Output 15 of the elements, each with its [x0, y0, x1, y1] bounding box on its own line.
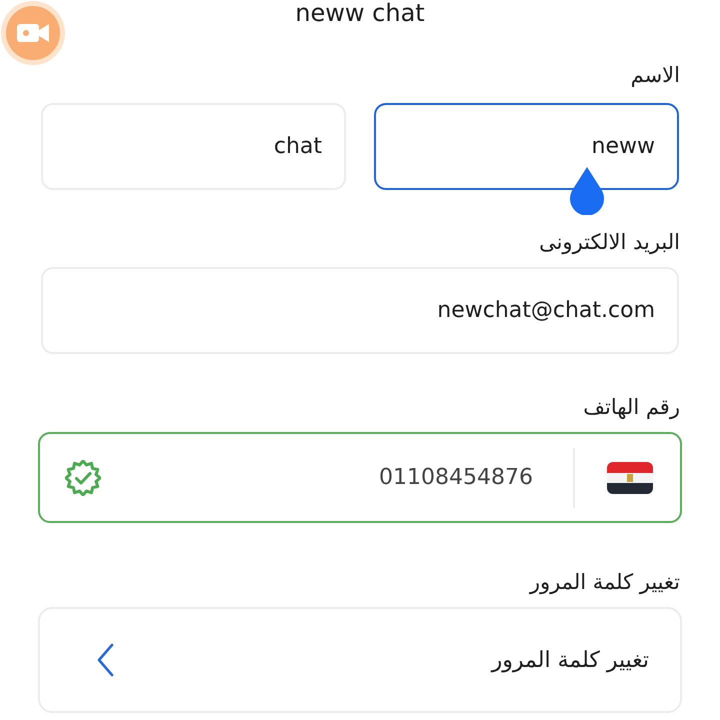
flag-icon[interactable] — [607, 462, 653, 494]
name-label: الاسم — [630, 62, 681, 89]
password-label: تغيير كلمة المرور — [530, 569, 681, 596]
verified-badge-icon — [65, 460, 101, 496]
last-name-field[interactable]: chat — [41, 103, 346, 190]
email-field[interactable]: newchat@chat.com — [41, 267, 679, 354]
phone-label: رقم الهاتف — [583, 394, 681, 422]
chevron-left-icon — [96, 643, 114, 677]
text-cursor-handle-icon[interactable] — [567, 167, 607, 215]
email-label: البريد الالكترونى — [539, 229, 681, 256]
phone-field[interactable]: 01108454876 — [38, 432, 682, 523]
chat-title: neww chat — [294, 0, 426, 26]
first-name-field[interactable]: neww — [374, 103, 679, 190]
change-password-button[interactable]: تغيير كلمة المرور — [38, 607, 682, 713]
phone-number: 01108454876 — [379, 465, 533, 490]
